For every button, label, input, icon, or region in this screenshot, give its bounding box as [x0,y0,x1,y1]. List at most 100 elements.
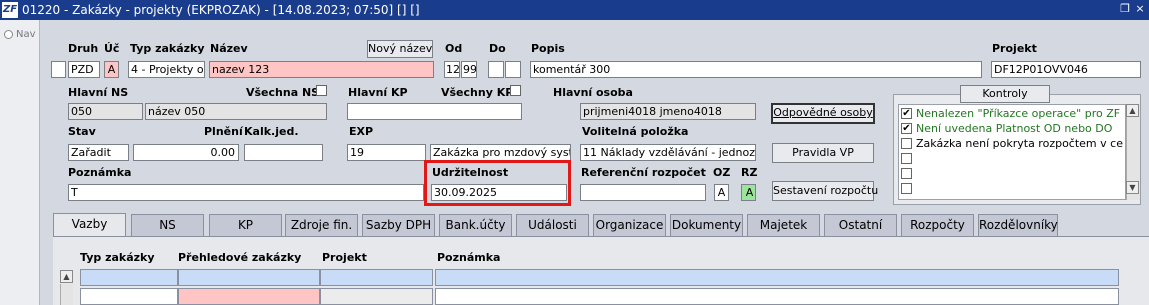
sestaveni-rozpoctu-button[interactable]: Sestavení rozpočtu [772,181,878,201]
tab-zdroje-fin[interactable]: Zdroje fin. [285,214,358,236]
nazev-field[interactable]: nazev 123 [209,61,434,78]
novy-nazev-button[interactable]: Nový název [367,40,433,58]
uc-field[interactable]: A [104,61,119,78]
typ-zakazky-field[interactable]: 4 - Projekty ost [128,61,205,78]
vsechny-kp-label: Všechny KP [441,86,514,99]
hlavni-osoba-field[interactable]: prijmeni4018 jmeno4018 [580,103,756,120]
row-selector[interactable] [51,61,66,78]
projekt-field[interactable]: DF12P01OVV046 [991,61,1141,78]
nazev-label: Název [210,42,248,55]
kontrola-text-2: Není uvedena Platnost OD nebo DO [916,122,1113,135]
grid-cell[interactable] [80,269,178,286]
tab-udalosti[interactable]: Události [516,214,589,236]
popis-field[interactable]: komentář 300 [530,61,982,78]
close-icon[interactable]: × [1134,3,1146,15]
tab-ns[interactable]: NS [131,214,204,236]
exp-label: EXP [349,125,374,138]
od-field-1[interactable]: 12 [444,61,460,78]
kontrola-checkbox-2[interactable]: ✔ [901,123,912,134]
tab-ostatni[interactable]: Ostatní [824,214,897,236]
grid-cell[interactable] [435,269,1119,286]
plneni-field[interactable]: 0.00 [133,144,239,161]
uc-label: Úč [104,42,120,55]
grid-cell[interactable] [320,288,433,305]
popis-label: Popis [531,42,565,55]
app-logo-icon: ZF [2,2,18,18]
kontrola-checkbox-1[interactable]: ✔ [901,108,912,119]
kontrola-text-1: Nenalezen "Příkazce operace" pro ZF 070/ [916,107,1124,120]
hlavni-ns-code[interactable]: 050 [68,103,143,120]
volitelna-polozka-label: Volitelná položka [582,125,689,138]
poznamka-field[interactable]: T [68,184,424,201]
hlavni-ns-name: název 050 [145,103,327,120]
kontrola-checkbox-6[interactable] [901,183,912,194]
col-projekt: Projekt [322,251,367,264]
kontrola-checkbox-3[interactable] [901,138,912,149]
tab-rozdelovniky[interactable]: Rozdělovníky [978,214,1058,236]
tab-rozpocty[interactable]: Rozpočty [901,214,974,236]
tab-kp[interactable]: KP [209,214,282,236]
title-bar: ZF 01220 - Zakázky - projekty (EKPROZAK)… [0,0,1149,20]
restore-icon[interactable]: ❐ [1119,3,1131,15]
grid-cell[interactable] [178,288,320,305]
exp-field[interactable]: 19 [347,144,426,161]
odpovedne-osoby-label: Odpovědné osoby [773,106,873,119]
typ-zakazky-label: Typ zakázky [130,42,205,55]
grid-cell[interactable] [320,269,433,286]
tab-sazby-dph[interactable]: Sazby DPH [362,214,435,236]
tab-vazby[interactable]: Vazby [53,213,126,237]
plneni-label: Plnění [204,125,243,138]
druh-field[interactable]: PZD [68,61,100,78]
col-poznamka: Poznámka [437,251,501,264]
window-title: 01220 - Zakázky - projekty (EKPROZAK) - … [22,3,420,17]
projekt-label: Projekt [992,42,1037,55]
kontrola-checkbox-5[interactable] [901,168,912,179]
stav-label: Stav [68,125,96,138]
oz-label: OZ [713,166,731,179]
vsechny-kp-checkbox[interactable] [510,85,521,96]
exp-desc-field[interactable]: Zakázka pro mzdový systém [430,144,571,161]
hlavni-ns-label: Hlavní NS [68,86,129,99]
kontrola-text-3: Zakázka není pokryta rozpočtem v celém s [916,137,1124,150]
kontrola-checkbox-4[interactable] [901,153,912,164]
odpovedne-osoby-button[interactable]: Odpovědné osoby [771,103,875,124]
rz-label: RZ [741,166,758,179]
hlavni-osoba-label: Hlavní osoba [553,86,633,99]
do-label: Do [489,42,506,55]
vsechna-ns-label: Všechna NS [246,86,320,99]
volitelna-polozka-field[interactable]: 11 Náklady vzdělávání - jednoznač [580,144,756,161]
pravidla-vp-button[interactable]: Pravidla VP [772,143,874,163]
rz-field[interactable]: A [741,184,756,201]
od-field-2[interactable]: 99 [461,61,477,78]
grid-scroll-up-icon[interactable]: ▲ [60,270,73,283]
stav-field[interactable]: Zařadit [68,144,129,161]
tab-organizace[interactable]: Organizace [593,214,666,236]
oz-field[interactable]: A [714,184,729,201]
col-typ-zakazky: Typ zakázky [80,251,155,264]
do-field-2[interactable] [505,61,521,78]
kalk-jed-label: Kalk.jed. [244,125,299,138]
scroll-up-icon[interactable]: ▲ [1126,104,1139,117]
poznamka-label: Poznámka [68,166,132,179]
od-label: Od [445,42,463,55]
tab-bank-ucty[interactable]: Bank.účty [439,214,512,236]
grid-cell[interactable] [435,288,1119,305]
highlight-box [424,160,571,206]
col-prehledove-zakazky: Přehledové zakázky [178,251,302,264]
vsechna-ns-checkbox[interactable] [316,85,327,96]
referencni-rozpocet-label: Referenční rozpočet [581,166,706,179]
kalk-jed-field[interactable] [244,144,323,161]
kontroly-button[interactable]: Kontroly [960,85,1050,103]
tab-majetek[interactable]: Majetek [747,214,820,236]
grid-scrollbar[interactable] [60,284,73,305]
hlavni-kp-label: Hlavní KP [348,86,408,99]
nav-radio[interactable] [4,30,13,39]
nav-label: Nav [16,29,36,40]
grid-cell[interactable] [80,288,178,305]
do-field-1[interactable] [488,61,504,78]
hlavni-kp-field[interactable] [347,103,522,120]
referencni-rozpocet-field[interactable] [580,184,706,201]
grid-cell[interactable] [178,269,320,286]
scroll-down-icon[interactable]: ▼ [1126,181,1139,194]
tab-dokumenty[interactable]: Dokumenty [670,214,743,236]
